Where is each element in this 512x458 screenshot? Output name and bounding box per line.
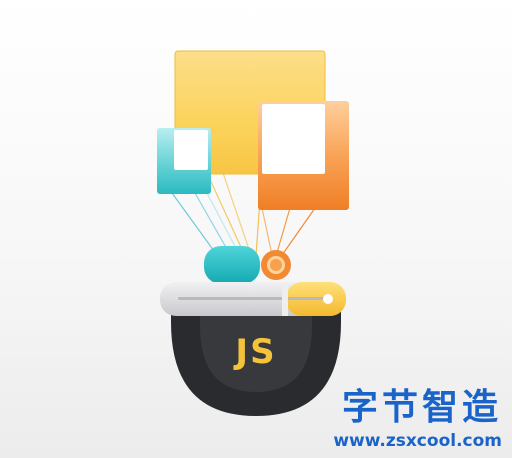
site-watermark: 字节智造 www.zsxcool.com <box>326 388 502 452</box>
javascript-logo-text: JS <box>235 332 277 372</box>
watermark-title: 字节智造 <box>341 387 502 428</box>
teal-window-panel <box>157 128 211 194</box>
slider-bar <box>160 282 346 316</box>
illustration-canvas: JS 字节智造 www.zsxcool.com <box>0 0 512 458</box>
orange-window-panel <box>258 101 349 210</box>
orange-ring-node <box>261 250 291 280</box>
teal-pill-node <box>204 246 260 284</box>
watermark-url: www.zsxcool.com <box>333 431 502 451</box>
